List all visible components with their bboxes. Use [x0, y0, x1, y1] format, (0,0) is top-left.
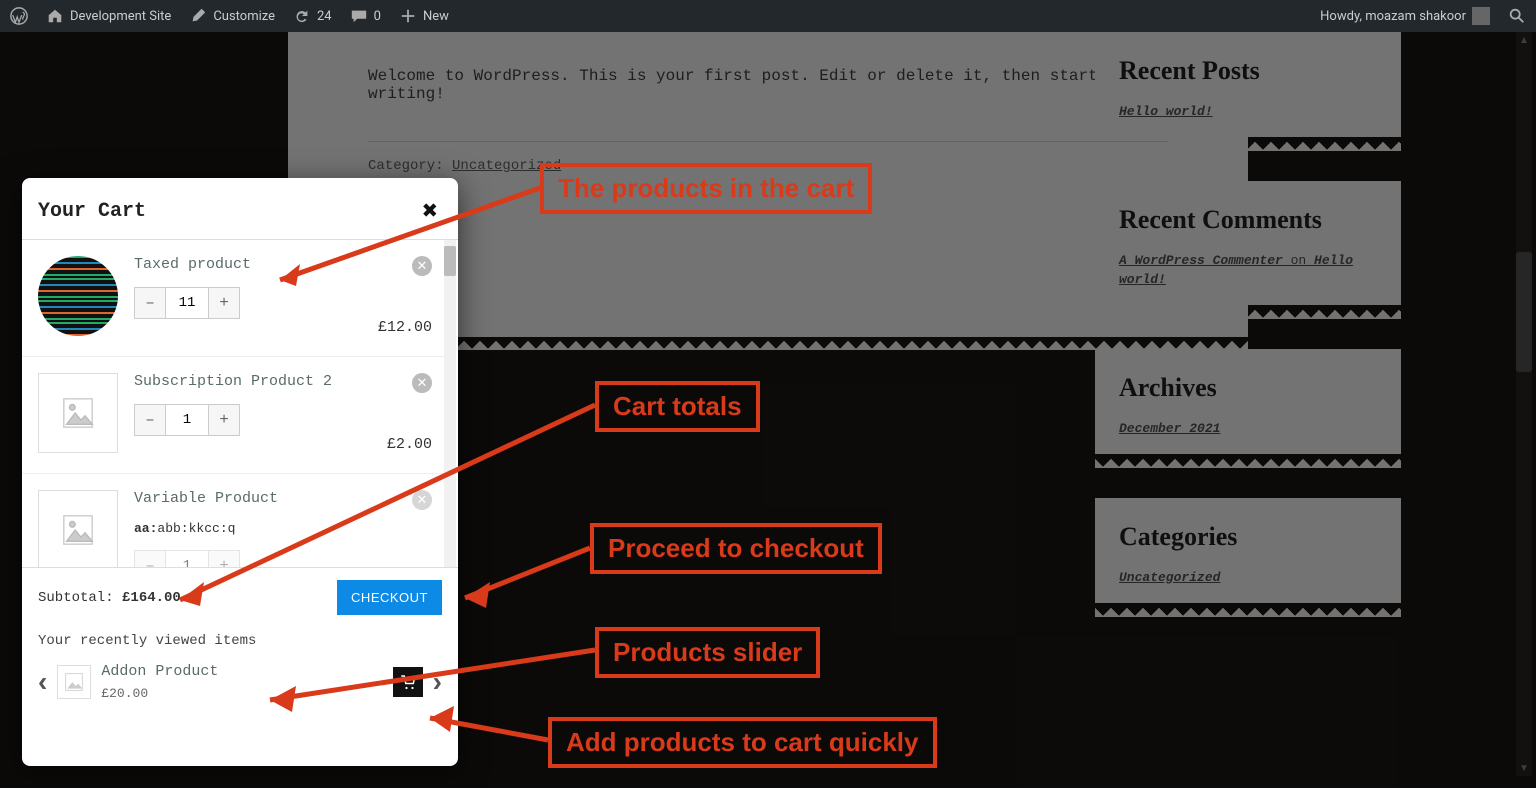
- cart-item-image[interactable]: [38, 490, 118, 568]
- qty-decrement-button[interactable]: –: [135, 288, 165, 318]
- qty-stepper: – +: [134, 550, 240, 568]
- new-link[interactable]: New: [399, 7, 449, 25]
- annotation-add-quickly: Add products to cart quickly: [548, 717, 937, 768]
- subtotal-text: Subtotal: £164.00: [38, 590, 181, 606]
- slider-item-image[interactable]: [57, 665, 91, 699]
- admin-search[interactable]: [1508, 7, 1526, 25]
- annotation-products-slider: Products slider: [595, 627, 820, 678]
- subtotal-row: Subtotal: £164.00 CHECKOUT: [38, 580, 442, 615]
- cart-header: Your Cart ✖: [22, 178, 458, 239]
- cart-item-right: ✕ £12.00: [362, 256, 432, 336]
- image-placeholder-icon: [61, 513, 95, 547]
- cart-item-image[interactable]: [38, 373, 118, 453]
- image-placeholder-icon: [61, 396, 95, 430]
- slider-item-price: £20.00: [101, 686, 382, 701]
- cart-item-price: £12.00: [378, 319, 432, 336]
- comment-icon: [350, 7, 368, 25]
- cart-item-body: Variable Product aa:abb:kkcc:q – +: [134, 490, 346, 568]
- cart-item-price: £10.00: [378, 565, 432, 568]
- subtotal-label: Subtotal:: [38, 590, 122, 606]
- qty-increment-button[interactable]: +: [209, 405, 239, 435]
- customize-text: Customize: [213, 9, 275, 24]
- cart-icon: [399, 673, 417, 691]
- cart-items-list: Taxed product – + ✕ £12.00: [22, 240, 444, 568]
- search-icon: [1508, 7, 1526, 25]
- qty-input[interactable]: [165, 405, 209, 435]
- slider-item-info: Addon Product £20.00: [101, 663, 382, 701]
- site-name-link[interactable]: Development Site: [46, 7, 171, 25]
- wordpress-icon: [10, 7, 28, 25]
- qty-stepper: – +: [134, 404, 240, 436]
- customize-link[interactable]: Customize: [189, 7, 275, 25]
- admin-bar-left: Development Site Customize 24 0 New: [10, 7, 449, 25]
- qty-decrement-button[interactable]: –: [135, 405, 165, 435]
- cart-item-price: £2.00: [387, 436, 432, 453]
- plus-icon: [399, 7, 417, 25]
- qty-input[interactable]: [165, 551, 209, 568]
- site-name-text: Development Site: [70, 9, 171, 24]
- qty-increment-button[interactable]: +: [209, 288, 239, 318]
- cart-scrollbar-thumb[interactable]: [444, 246, 456, 276]
- howdy-link[interactable]: Howdy, moazam shakoor: [1320, 7, 1490, 25]
- brush-icon: [189, 7, 207, 25]
- checkout-button[interactable]: CHECKOUT: [337, 580, 442, 615]
- cart-item-body: Taxed product – +: [134, 256, 346, 336]
- cart-item: Variable Product aa:abb:kkcc:q – + ✕ £10…: [22, 474, 444, 568]
- slider-item-name[interactable]: Addon Product: [101, 663, 382, 680]
- howdy-text: Howdy, moazam shakoor: [1320, 9, 1466, 24]
- home-icon: [46, 7, 64, 25]
- slider-prev-button[interactable]: ‹: [38, 666, 47, 698]
- qty-stepper: – +: [134, 287, 240, 319]
- comments-count: 0: [374, 9, 381, 24]
- qty-decrement-button[interactable]: –: [135, 551, 165, 568]
- recent-viewed-label: Your recently viewed items: [38, 633, 442, 649]
- cart-item: Subscription Product 2 – + ✕ £2.00: [22, 357, 444, 474]
- refresh-icon: [293, 7, 311, 25]
- cart-item-body: Subscription Product 2 – +: [134, 373, 346, 453]
- cart-remove-button[interactable]: ✕: [412, 256, 432, 276]
- wp-logo[interactable]: [10, 7, 28, 25]
- cart-remove-button[interactable]: ✕: [412, 490, 432, 510]
- cart-title: Your Cart: [38, 200, 146, 223]
- cart-item-right: ✕ £2.00: [362, 373, 432, 453]
- updates-count: 24: [317, 9, 332, 24]
- image-placeholder-icon: [64, 672, 84, 692]
- annotation-proceed-checkout: Proceed to checkout: [590, 523, 882, 574]
- subtotal-value: £164.00: [122, 590, 181, 606]
- avatar-icon: [1472, 7, 1490, 25]
- cart-item-name[interactable]: Subscription Product 2: [134, 373, 346, 390]
- qty-input[interactable]: [165, 288, 209, 318]
- slider-next-button[interactable]: ›: [433, 666, 442, 698]
- cart-item-name[interactable]: Taxed product: [134, 256, 346, 273]
- annotation-cart-totals: Cart totals: [595, 381, 760, 432]
- cart-item-right: ✕ £10.00: [362, 490, 432, 568]
- cart-item-image[interactable]: [38, 256, 118, 336]
- cart-item-variant: aa:abb:kkcc:q: [134, 521, 346, 536]
- admin-bar-right: Howdy, moazam shakoor: [1320, 7, 1526, 25]
- product-slider: ‹ Addon Product £20.00 ›: [38, 663, 442, 701]
- cart-popup: Your Cart ✖ Taxed product – + ✕ £12.00: [22, 178, 458, 766]
- cart-scrollbar-track[interactable]: [444, 240, 456, 567]
- cart-item: Taxed product – + ✕ £12.00: [22, 240, 444, 357]
- slider-add-to-cart-button[interactable]: [393, 667, 423, 697]
- cart-remove-button[interactable]: ✕: [412, 373, 432, 393]
- wp-admin-bar: Development Site Customize 24 0 New Howd…: [0, 0, 1536, 32]
- cart-footer: Subtotal: £164.00 CHECKOUT Your recently…: [22, 568, 458, 711]
- annotation-products-in-cart: The products in the cart: [540, 163, 872, 214]
- comments-link[interactable]: 0: [350, 7, 381, 25]
- new-text: New: [423, 9, 449, 24]
- cart-items-scroll: Taxed product – + ✕ £12.00: [22, 240, 458, 568]
- updates-link[interactable]: 24: [293, 7, 332, 25]
- qty-increment-button[interactable]: +: [209, 551, 239, 568]
- cart-close-button[interactable]: ✖: [422, 196, 438, 227]
- cart-item-name[interactable]: Variable Product: [134, 490, 346, 507]
